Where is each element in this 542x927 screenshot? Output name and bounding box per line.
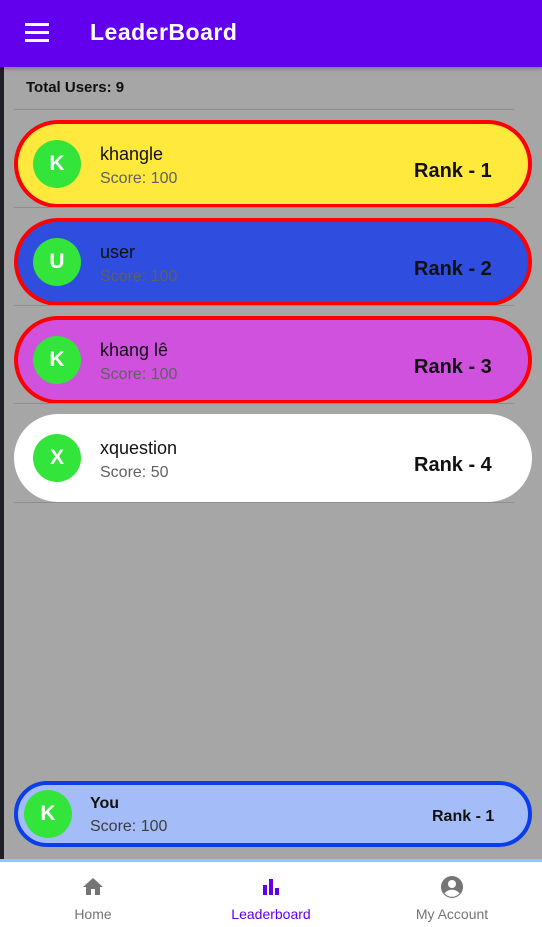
nav-item-home[interactable]: Home (3, 862, 183, 927)
current-user-card[interactable]: K You Score: 100 Rank - 1 (14, 781, 532, 847)
divider (14, 305, 514, 306)
user-score: Score: 50 (100, 464, 169, 481)
avatar: K (24, 790, 72, 838)
nav-label: My Account (415, 906, 489, 922)
menu-icon[interactable] (25, 23, 49, 43)
user-rank: Rank - 4 (414, 454, 492, 476)
user-score: Score: 100 (100, 170, 178, 187)
leaderboard-row[interactable]: X xquestion Score: 50 Rank - 4 (14, 414, 532, 502)
bar-chart-icon (263, 879, 279, 895)
current-user-score: Score: 100 (90, 818, 168, 835)
nav-label: Home (74, 906, 112, 922)
user-name: khangle (100, 144, 164, 164)
current-user-name: You (90, 795, 120, 812)
window-edge (0, 0, 4, 927)
app-bar: LeaderBoard (0, 0, 542, 67)
user-name: khang lê (100, 340, 169, 360)
leaderboard-row[interactable]: K khangle Score: 100 Rank - 1 (14, 120, 532, 208)
divider (14, 403, 514, 404)
total-users-label: Total Users: 9 (26, 79, 125, 96)
nav-label: Leaderboard (231, 906, 311, 922)
home-icon (83, 878, 103, 895)
user-rank: Rank - 3 (414, 356, 492, 378)
avatar: K (33, 336, 81, 384)
current-user-rank: Rank - 1 (432, 808, 495, 825)
divider (14, 207, 514, 208)
bottom-navigation: Home Leaderboard My Account (0, 859, 542, 927)
nav-item-leaderboard[interactable]: Leaderboard (181, 862, 361, 927)
page-title: LeaderBoard (90, 19, 238, 45)
leaderboard-row[interactable]: K khang lê Score: 100 Rank - 3 (14, 316, 532, 404)
user-rank: Rank - 1 (414, 160, 492, 182)
divider (14, 109, 514, 110)
user-name: user (100, 242, 136, 262)
user-name: xquestion (100, 438, 178, 458)
avatar: X (33, 434, 81, 482)
user-rank: Rank - 2 (414, 258, 492, 280)
user-score: Score: 100 (100, 366, 178, 383)
avatar: K (33, 140, 81, 188)
avatar: U (33, 238, 81, 286)
user-score: Score: 100 (100, 268, 178, 285)
divider (14, 502, 514, 503)
account-circle-icon (441, 876, 463, 898)
nav-item-my-account[interactable]: My Account (362, 862, 542, 927)
leaderboard-row[interactable]: U user Score: 100 Rank - 2 (14, 218, 532, 306)
